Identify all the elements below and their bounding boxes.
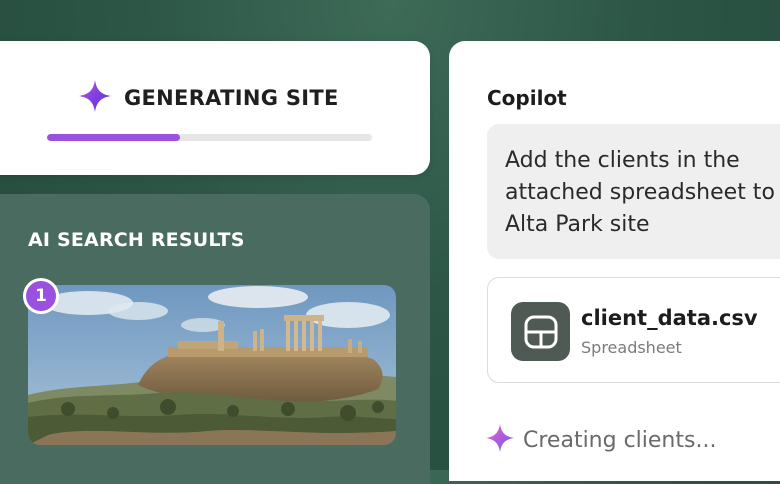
search-results-title: AI SEARCH RESULTS	[28, 229, 245, 251]
search-result-image[interactable]	[28, 285, 396, 445]
acropolis-photo	[28, 285, 396, 445]
attachment-file-type: Spreadsheet	[581, 338, 682, 357]
result-rank-badge: 1	[23, 278, 59, 314]
attachment-file-name: client_data.csv	[581, 306, 758, 330]
copilot-status-text: Creating clients...	[523, 427, 717, 453]
user-message-text: Add the clients in the attached spreadsh…	[505, 148, 775, 237]
copilot-status-row: Creating clients...	[485, 423, 717, 457]
generation-progress-fill	[47, 134, 181, 141]
generating-title: GENERATING SITE	[124, 86, 339, 110]
spreadsheet-icon	[511, 302, 570, 361]
sparkle-icon	[485, 423, 515, 457]
copilot-title: Copilot	[487, 86, 567, 110]
generation-progress-bar	[47, 134, 372, 141]
generating-title-row: GENERATING SITE	[78, 79, 339, 117]
sparkle-icon	[78, 79, 112, 117]
